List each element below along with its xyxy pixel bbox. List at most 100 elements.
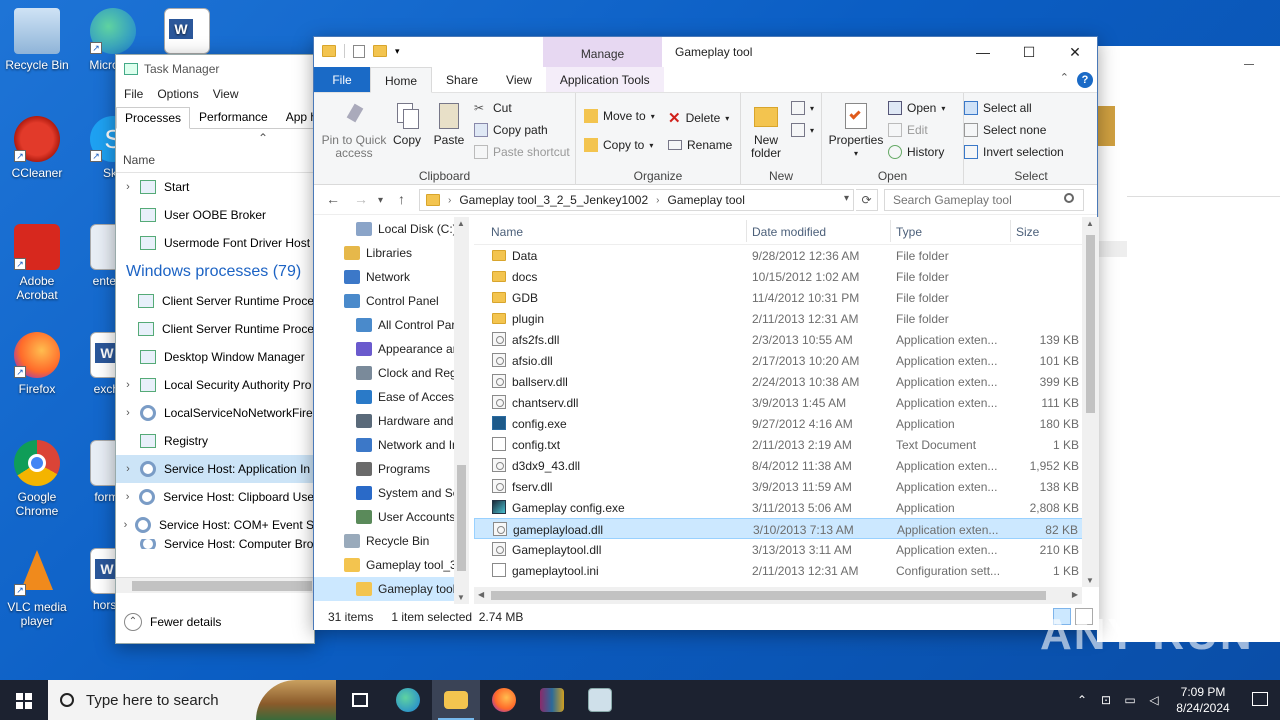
file-list-horizontal-scrollbar[interactable]: ◀ ▶ [474, 587, 1082, 604]
ethernet-icon[interactable]: ▭ [1118, 693, 1142, 707]
nav-pane-item[interactable]: Recycle Bin [314, 529, 469, 553]
task-view-button[interactable] [336, 680, 384, 720]
column-divider[interactable] [890, 220, 891, 242]
new-item-button[interactable]: ▾ [791, 101, 814, 115]
process-row[interactable]: Desktop Window Manager [116, 343, 314, 371]
column-name[interactable]: Name [491, 225, 523, 239]
start-button[interactable] [0, 680, 48, 720]
tab-view[interactable]: View [492, 67, 546, 92]
expand-icon[interactable]: › [116, 519, 135, 531]
properties-button[interactable]: Properties ▾ [826, 101, 886, 160]
cut-button[interactable]: ✂ Cut [474, 101, 512, 115]
column-name[interactable]: Name [123, 153, 155, 167]
copy-path-button[interactable]: Copy path [474, 123, 548, 137]
scroll-up-icon[interactable]: ▲ [457, 219, 465, 228]
menu-file[interactable]: File [124, 87, 143, 101]
nav-pane-item[interactable]: Clock and Regi [314, 361, 469, 385]
file-row-selected[interactable]: gameplayload.dll 3/10/2013 7:13 AM Applica… [474, 518, 1099, 539]
file-row[interactable]: config.txt 2/11/2013 2:19 AM Text Document… [474, 434, 1099, 455]
back-arrow-icon[interactable]: ← [326, 191, 340, 207]
maximize-button[interactable]: ☐ [1006, 37, 1052, 67]
horizontal-scrollbar[interactable] [116, 577, 314, 593]
copy-to-button[interactable]: Copy to ▾ [584, 138, 653, 152]
file-row[interactable]: config.exe 9/27/2012 4:16 AM Application 18… [474, 413, 1099, 434]
new-folder-button[interactable]: New folder [747, 101, 785, 160]
nav-pane-item[interactable]: All Control Par [314, 313, 469, 337]
scroll-down-icon[interactable]: ▼ [457, 593, 465, 602]
pin-quick-access-button[interactable]: Pin to Quick access [318, 101, 390, 160]
desktop-icon-recycle-bin[interactable]: Recycle Bin [0, 8, 74, 72]
qat-dropdown-icon[interactable]: ▾ [395, 46, 400, 57]
nav-pane-item[interactable]: Network [314, 265, 469, 289]
expand-icon[interactable]: › [116, 463, 140, 475]
file-row[interactable]: ballserv.dll 2/24/2013 10:38 AM Applicatio… [474, 371, 1099, 392]
file-row[interactable]: Gameplaytool.dll 3/13/2013 3:11 AM Applica… [474, 539, 1099, 560]
notification-center-icon[interactable] [1240, 680, 1280, 720]
file-row[interactable]: docs 10/15/2012 1:02 AM File folder [474, 266, 1099, 287]
nav-pane-item[interactable]: Gameplay tool [314, 577, 469, 601]
taskbar-firefox[interactable] [480, 680, 528, 720]
process-row[interactable]: Registry [116, 427, 314, 455]
copy-button[interactable]: Copy [388, 101, 426, 147]
breadcrumb-item[interactable]: Gameplay tool [668, 193, 745, 207]
scroll-thumb[interactable] [457, 465, 466, 571]
select-all-button[interactable]: Select all [964, 101, 1032, 115]
file-row[interactable]: afsio.dll 2/17/2013 10:20 AM Application e… [474, 350, 1099, 371]
chevron-down-icon[interactable]: ▾ [844, 193, 849, 204]
open-button[interactable]: Open ▾ [888, 101, 945, 115]
nav-pane-item[interactable]: Appearance an [314, 337, 469, 361]
nav-pane-item[interactable]: Network and Ir [314, 433, 469, 457]
menu-options[interactable]: Options [157, 87, 198, 101]
desktop-icon-chrome[interactable]: Google Chrome [0, 440, 74, 518]
taskbar-file-explorer[interactable] [432, 680, 480, 720]
history-button[interactable]: History [888, 145, 944, 159]
column-divider[interactable] [1010, 220, 1011, 242]
select-none-button[interactable]: Select none [964, 123, 1046, 137]
nav-pane-item[interactable]: Programs [314, 457, 469, 481]
desktop-icon-word[interactable]: W [150, 8, 224, 58]
easy-access-button[interactable]: ▾ [791, 123, 814, 137]
process-row[interactable]: Client Server Runtime Proce [116, 315, 314, 343]
close-button[interactable]: ✕ [1052, 37, 1098, 67]
column-type[interactable]: Type [896, 225, 922, 239]
nav-pane-item[interactable]: User Accounts [314, 505, 469, 529]
expand-icon[interactable]: › [116, 407, 140, 419]
process-row[interactable]: › Local Security Authority Pro [116, 371, 314, 399]
process-row[interactable]: Usermode Font Driver Host [116, 229, 314, 257]
move-to-button[interactable]: Move to ▾ [584, 109, 655, 123]
paste-button[interactable]: Paste [430, 101, 468, 147]
invert-selection-button[interactable]: Invert selection [964, 145, 1064, 159]
column-size[interactable]: Size [1016, 225, 1039, 239]
file-row[interactable]: fserv.dll 3/9/2013 11:59 AM Application ex… [474, 476, 1099, 497]
file-row[interactable]: Data 9/28/2012 12:36 AM File folder [474, 245, 1099, 266]
properties-qat-icon[interactable] [353, 44, 365, 58]
scroll-thumb[interactable] [491, 591, 1046, 600]
taskbar-task-manager[interactable] [576, 680, 624, 720]
tab-file[interactable]: File [314, 67, 370, 92]
process-row[interactable]: Client Server Runtime Proce [116, 287, 314, 315]
taskbar-edge[interactable] [384, 680, 432, 720]
process-row[interactable]: › LocalServiceNoNetworkFire [116, 399, 314, 427]
edit-button[interactable]: Edit [888, 123, 928, 137]
file-row[interactable]: gameplaytool.ini 2/11/2013 12:31 AM Config… [474, 560, 1099, 581]
breadcrumb-item[interactable]: Gameplay tool_3_2_5_Jenkey1002 [459, 193, 648, 207]
file-row[interactable]: d3dx9_43.dll 8/4/2012 11:38 AM Application… [474, 455, 1099, 476]
tab-home[interactable]: Home [370, 67, 433, 93]
expand-icon[interactable]: › [116, 181, 140, 193]
scroll-thumb[interactable] [1086, 235, 1095, 413]
nav-pane-item[interactable]: Ease of Access [314, 385, 469, 409]
expand-icon[interactable]: › [116, 379, 140, 391]
tab-performance[interactable]: Performance [190, 106, 277, 128]
process-row[interactable]: › Service Host: COM+ Event S [116, 511, 314, 539]
scroll-thumb[interactable] [132, 581, 312, 591]
tab-share[interactable]: Share [432, 67, 492, 92]
clock[interactable]: 7:09 PM 8/24/2024 [1166, 684, 1240, 716]
menu-view[interactable]: View [213, 87, 239, 101]
new-folder-qat-icon[interactable] [373, 45, 387, 57]
desktop-icon-vlc[interactable]: ↗ VLC media player [0, 548, 74, 628]
column-date-modified[interactable]: Date modified [752, 225, 826, 239]
collapse-ribbon-icon[interactable]: ⌃ [1060, 71, 1069, 84]
process-row-selected[interactable]: › Service Host: Application In [116, 455, 314, 483]
nav-pane-item[interactable]: Local Disk (C:) [314, 217, 469, 241]
desktop-icon-acrobat[interactable]: ↗ Adobe Acrobat [0, 224, 74, 302]
